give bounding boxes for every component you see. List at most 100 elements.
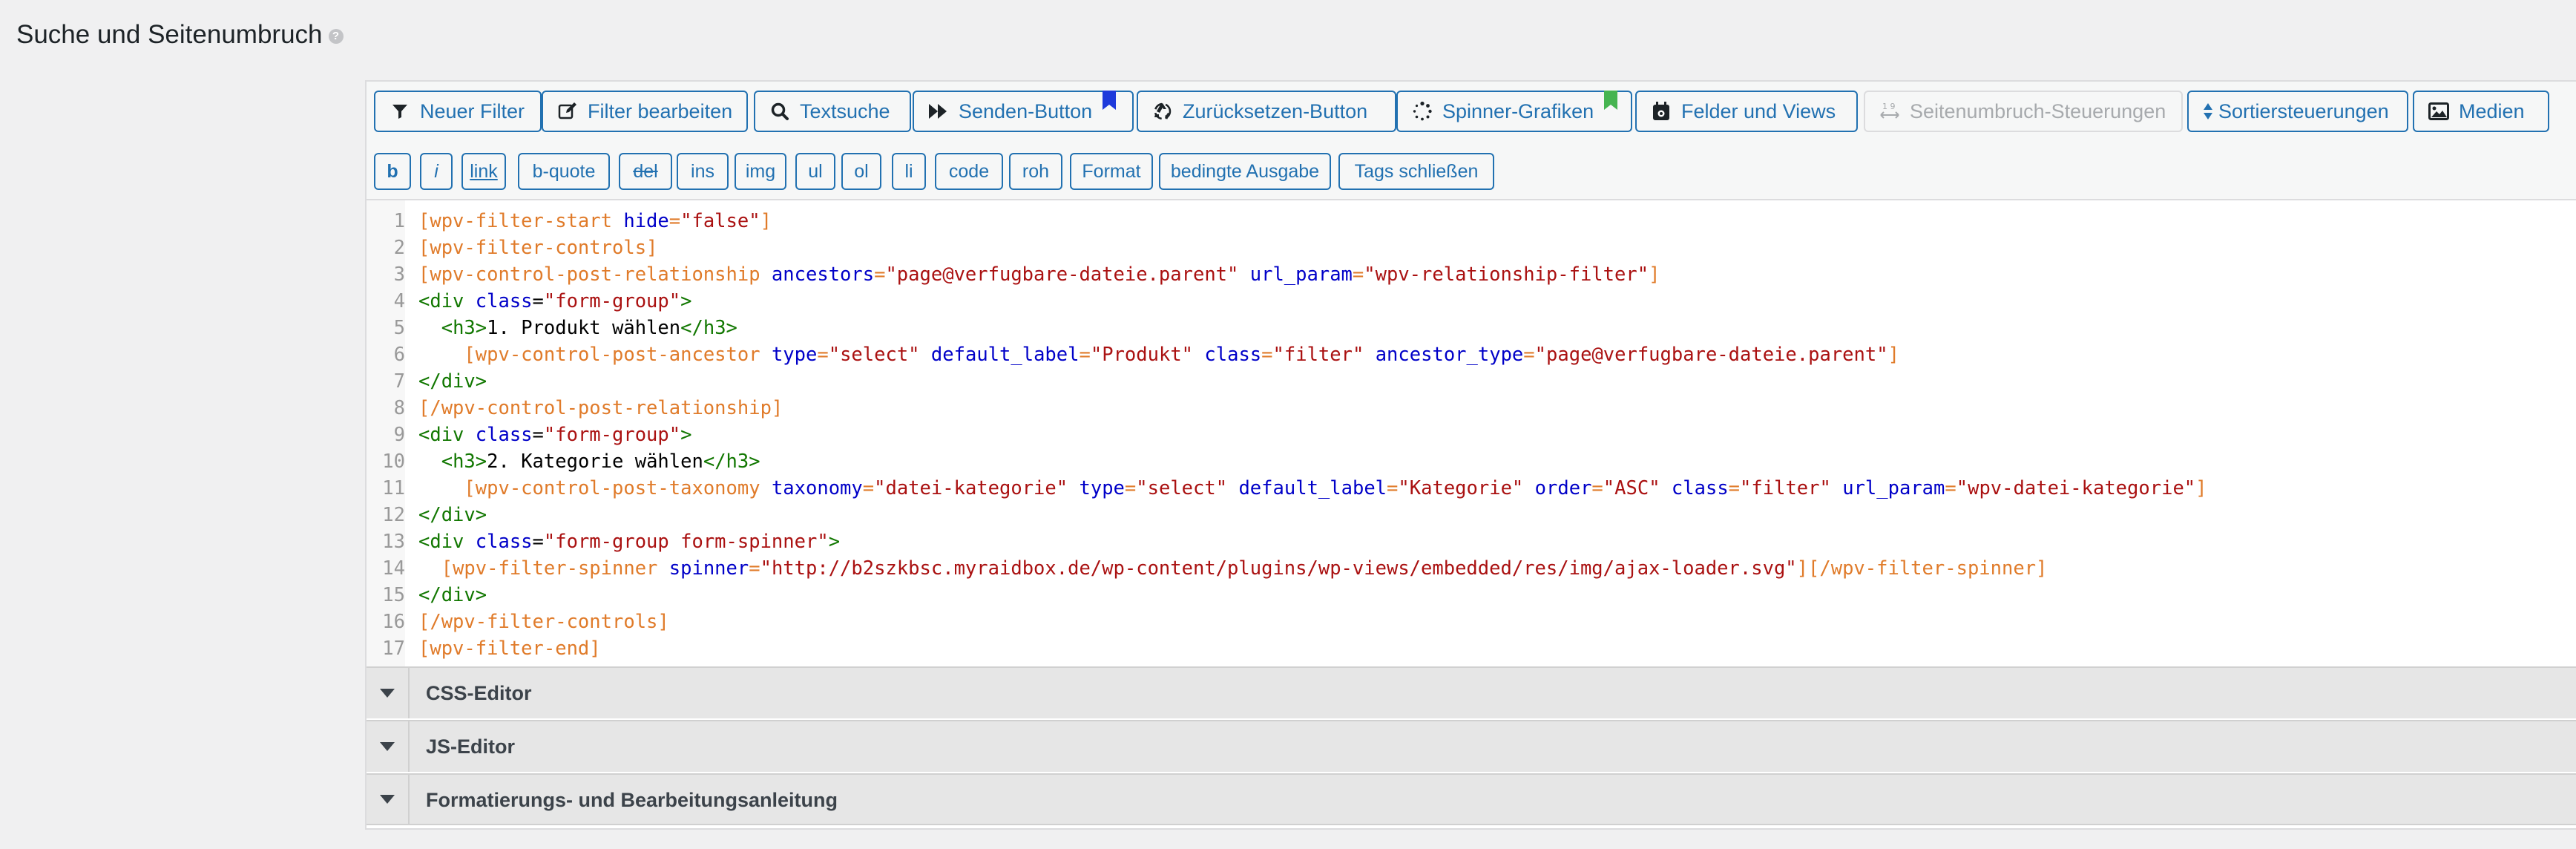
code-line: 3 [wpv-control-post-relationship ancestor…	[367, 261, 1660, 288]
filter-icon	[389, 100, 411, 122]
quicktag-link-button[interactable]: link	[461, 153, 506, 190]
sort-icon	[2202, 100, 2214, 122]
quicktag-ul-button[interactable]: ul	[795, 153, 835, 190]
quicktag-conditional-output-button[interactable]: bedingte Ausgabe	[1159, 153, 1331, 190]
new-filter-button[interactable]: Neuer Filter	[374, 91, 542, 132]
line-number: 8	[393, 397, 405, 419]
filter-editor-panel: Neuer Filter Filter bearbeiten Textsuche…	[365, 80, 2576, 830]
code-text: </div>	[418, 584, 487, 606]
code-text: [wpv-control-post-taxonomy taxonomy="dat…	[464, 477, 2207, 499]
edit-filter-button[interactable]: Filter bearbeiten	[542, 91, 748, 132]
pagination-controls-label: Seitenumbruch-Steuerungen	[1910, 100, 2166, 122]
js-editor-section[interactable]: JS-Editor	[367, 720, 2576, 772]
submit-button-button[interactable]: Senden-Button	[913, 91, 1134, 132]
code-text: <h3>1. Produkt wählen</h3>	[441, 317, 737, 339]
recycle-icon	[1151, 100, 1174, 122]
line-number: 1	[393, 210, 405, 232]
code-line: 15 </div>	[367, 582, 487, 609]
fields-and-views-button[interactable]: Felder und Views	[1635, 91, 1858, 132]
line-number: 10	[382, 450, 405, 473]
calendar-icon	[1650, 100, 1672, 122]
spinner-graphics-button[interactable]: Spinner-Grafiken	[1396, 91, 1632, 132]
sort-controls-button[interactable]: Sortiersteuerungen	[2187, 91, 2408, 132]
line-number: 11	[382, 477, 405, 499]
line-number: 4	[393, 290, 405, 312]
bookmark-flag-icon	[1103, 91, 1116, 110]
new-filter-label: Neuer Filter	[420, 100, 525, 122]
quicktag-format-button[interactable]: Format	[1070, 153, 1153, 190]
chevron-down-icon	[367, 721, 410, 772]
text-search-button[interactable]: Textsuche	[754, 91, 911, 132]
quicktag-bold-button[interactable]: b	[374, 153, 411, 190]
code-line: 12 </div>	[367, 502, 487, 528]
css-editor-section[interactable]: CSS-Editor	[367, 666, 2576, 718]
quicktag-del-button[interactable]: del	[619, 153, 672, 190]
line-number: 6	[393, 344, 405, 366]
image-icon	[2428, 100, 2450, 122]
code-line: 17 [wpv-filter-end]	[367, 635, 600, 662]
line-number: 9	[393, 424, 405, 446]
pagination-icon: 1 9	[1879, 100, 1901, 122]
quicktag-italic-button[interactable]: i	[420, 153, 453, 190]
code-text: <div class="form-group form-spinner">	[418, 531, 841, 553]
help-icon[interactable]: ?	[328, 28, 344, 44]
line-number: 3	[393, 263, 405, 286]
svg-text:1 9: 1 9	[1882, 102, 1896, 111]
code-text: [wpv-control-post-relationship ancestors…	[418, 263, 1660, 286]
code-line: 11 [wpv-control-post-taxonomy taxonomy="…	[367, 475, 2207, 502]
quicktags-toolbar: b i link b-quote del ins img ul ol li co…	[367, 144, 2576, 200]
code-text: <div class="form-group">	[418, 424, 692, 446]
chevron-down-icon	[367, 668, 410, 718]
code-line: 6 [wpv-control-post-ancestor type="selec…	[367, 341, 1899, 368]
quicktag-img-button[interactable]: img	[735, 153, 786, 190]
quicktag-raw-button[interactable]: roh	[1009, 153, 1062, 190]
text-search-label: Textsuche	[800, 100, 890, 122]
code-line: 2 [wpv-filter-controls]	[367, 235, 658, 261]
sort-controls-label: Sortiersteuerungen	[2218, 100, 2389, 122]
page-title: Suche und Seitenumbruch?	[16, 16, 344, 53]
code-line: 1 [wpv-filter-start hide="false"]	[367, 208, 772, 235]
pagination-controls-button[interactable]: 1 9 Seitenumbruch-Steuerungen	[1864, 91, 2183, 132]
code-line: 14 [wpv-filter-spinner spinner="http://b…	[367, 555, 2047, 582]
code-line: 4 <div class="form-group">	[367, 288, 692, 315]
css-editor-label: CSS-Editor	[426, 682, 532, 704]
reset-button-button[interactable]: Zurücksetzen-Button	[1137, 91, 1396, 132]
quicktag-code-button[interactable]: code	[935, 153, 1003, 190]
formatting-instructions-section[interactable]: Formatierungs- und Bearbeitungsanleitung	[367, 773, 2576, 825]
code-text: [wpv-filter-start hide="false"]	[418, 210, 772, 232]
code-line: 13 <div class="form-group form-spinner">	[367, 528, 840, 555]
spinner-icon	[1411, 100, 1433, 122]
quicktag-close-tags-button[interactable]: Tags schließen	[1338, 153, 1494, 190]
code-line: 16 [/wpv-filter-controls]	[367, 609, 668, 635]
line-number: 16	[382, 611, 405, 633]
code-text: [wpv-filter-controls]	[418, 237, 658, 259]
code-line: 5 <h3>1. Produkt wählen</h3>	[367, 315, 737, 341]
code-text: [wpv-filter-spinner spinner="http://b2sz…	[441, 557, 2048, 580]
forward-icon	[927, 100, 950, 122]
spinner-graphics-label: Spinner-Grafiken	[1442, 100, 1594, 122]
quicktag-li-button[interactable]: li	[892, 153, 926, 190]
code-line: 9 <div class="form-group">	[367, 422, 692, 448]
formatting-instructions-label: Formatierungs- und Bearbeitungsanleitung	[426, 789, 838, 811]
code-editor[interactable]: 1 [wpv-filter-start hide="false"] 2 [wpv-fi…	[367, 200, 2576, 666]
edit-filter-label: Filter bearbeiten	[588, 100, 733, 122]
quicktag-ol-button[interactable]: ol	[841, 153, 881, 190]
reset-button-label: Zurücksetzen-Button	[1183, 100, 1368, 122]
line-number: 7	[393, 370, 405, 393]
chevron-down-icon	[367, 775, 410, 824]
line-number: 5	[393, 317, 405, 339]
js-editor-label: JS-Editor	[426, 735, 516, 758]
line-number: 17	[382, 637, 405, 660]
code-text: </div>	[418, 370, 487, 393]
quicktag-ins-button[interactable]: ins	[677, 153, 729, 190]
line-number: 12	[382, 504, 405, 526]
page-title-text: Suche und Seitenumbruch	[16, 20, 323, 49]
fields-and-views-label: Felder und Views	[1681, 100, 1836, 122]
code-text: <h3>2. Kategorie wählen</h3>	[441, 450, 760, 473]
code-text: [wpv-filter-end]	[418, 637, 601, 660]
line-number: 15	[382, 584, 405, 606]
bookmark-flag-icon	[1604, 91, 1617, 110]
submit-button-label: Senden-Button	[959, 100, 1093, 122]
media-button[interactable]: Medien	[2413, 91, 2549, 132]
quicktag-blockquote-button[interactable]: b-quote	[518, 153, 610, 190]
